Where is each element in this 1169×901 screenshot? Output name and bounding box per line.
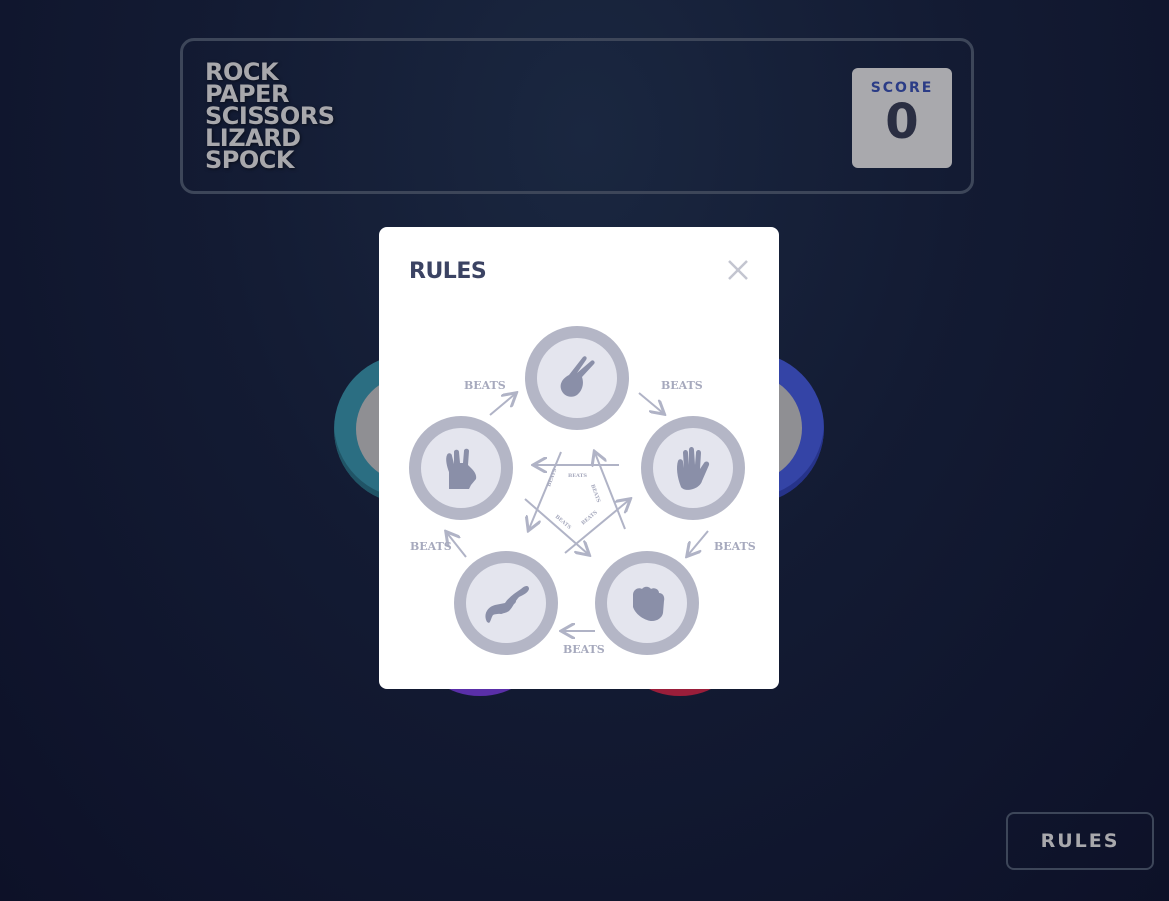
choice-paper (641, 416, 745, 520)
beats-label: BEATS (563, 643, 605, 656)
choice-spock (409, 416, 513, 520)
beats-label: BEATS (568, 473, 587, 479)
beats-label: BEATS (554, 514, 573, 531)
beats-label: BEATS (714, 540, 756, 553)
choice-lizard (454, 551, 558, 655)
rules-diagram: BEATS BEATS BEATS BEATS BEATS BEATS BEAT… (409, 326, 756, 656)
rules-button[interactable]: RULES (1006, 812, 1154, 870)
beats-label: BEATS (589, 484, 601, 504)
beats-label: BEATS (546, 467, 558, 487)
beats-label: BEATS (410, 540, 452, 553)
beats-label: BEATS (661, 379, 703, 392)
score-box: SCORE 0 (852, 68, 952, 168)
rules-modal: RULES BEATS BEATS BEATS BEATS BEATS BEAT… (379, 227, 779, 689)
choice-rock (595, 551, 699, 655)
title-line-spock: SPOCK (205, 146, 294, 174)
game-header: ROCK PAPER SCISSORS LIZARD SPOCK SCORE 0 (180, 38, 974, 194)
score-value: 0 (885, 94, 919, 150)
beats-label: BEATS (580, 509, 599, 526)
choice-scissors (525, 326, 629, 430)
beats-label: BEATS (464, 379, 506, 392)
game-title: ROCK PAPER SCISSORS LIZARD SPOCK (205, 60, 335, 174)
